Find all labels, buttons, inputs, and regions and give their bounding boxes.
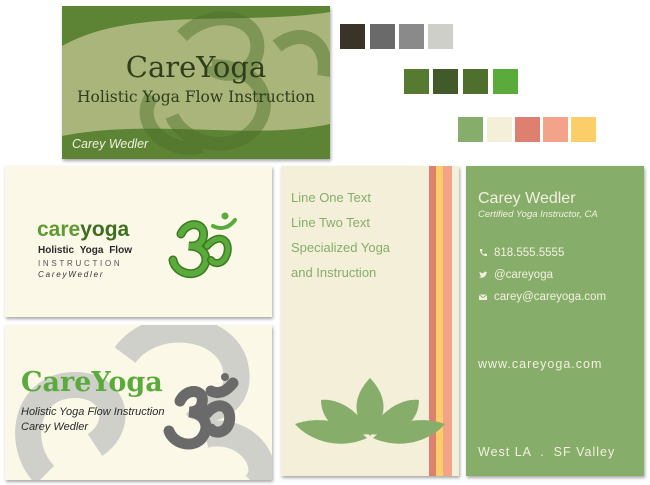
swatch-coral [515,117,540,142]
swatch-sage [458,117,483,142]
swatch-dark-brown [340,24,365,49]
swatch-yellow [571,117,596,142]
card2-brand-bold: yoga [80,218,130,241]
card3-brand: CareYoga [21,367,163,398]
card4-text-block: Line One Text Line Two Text Specialized … [291,190,390,290]
card5-phone: 818.555.5555 [494,247,565,259]
card5-locations: West LA . SF Valley [478,445,616,459]
om-watermark-gray-icon [15,325,272,480]
card2-line2: INSTRUCTION [38,259,123,268]
card2-brand: careyoga [37,218,129,242]
card2-brand-light: care [37,218,81,241]
swatch-olive [404,69,429,94]
card2-name: CareyWedler [38,270,105,279]
card1-brand: CareYoga [125,50,267,84]
card4-line-1: Line One Text [291,190,371,205]
card5-twitter: @careyoga [494,269,553,281]
business-card-cream-gray-om: CareYoga Holistic Yoga Flow Instruction … [5,325,272,480]
card3-name: Carey Wedler [21,421,89,433]
lotus-icon [295,378,445,444]
phone-icon [479,249,487,257]
swatch-dark-gray [370,24,395,49]
twitter-icon [479,271,488,278]
swatch-salmon [543,117,568,142]
card4-line-2: Line Two Text [291,215,371,230]
card5-email: carey@careyoga.com [494,291,607,303]
envelope-icon [478,294,488,300]
swatch-bright-green [493,69,518,94]
card1-name: Carey Wedler [72,137,149,151]
card4-line-3: Specialized Yoga [291,240,391,255]
twitter-row: @careyoga [478,269,553,281]
om-icon [168,212,237,279]
card3-tagline: Holistic Yoga Flow Instruction [21,406,165,418]
swatch-mid-gray [399,24,424,49]
business-card-front-green: CareYoga Holistic Yoga Flow Instruction … [62,6,330,159]
swatch-dark-green [433,69,458,94]
card5-title: Certified Yoga Instructor, CA [478,209,598,220]
swatch-moss-green [463,69,488,94]
card4-line-4: and Instruction [291,265,377,280]
swatch-cream [487,117,512,142]
business-card-contact: Carey Wedler Certified Yoga Instructor, … [466,166,644,476]
swatch-light-gray [428,24,453,49]
business-card-lotus: Line One Text Line Two Text Specialized … [281,166,459,476]
card5-website: www.careyoga.com [478,357,603,371]
phone-row: 818.555.5555 [478,247,564,259]
email-row: carey@careyoga.com [478,291,606,303]
business-card-cream-om: careyoga Holistic Yoga Flow INSTRUCTION … [5,166,272,317]
card1-tagline: Holistic Yoga Flow Instruction [77,88,315,106]
card2-line1: Holistic Yoga Flow [38,245,132,256]
card5-name: Carey Wedler [478,190,576,207]
